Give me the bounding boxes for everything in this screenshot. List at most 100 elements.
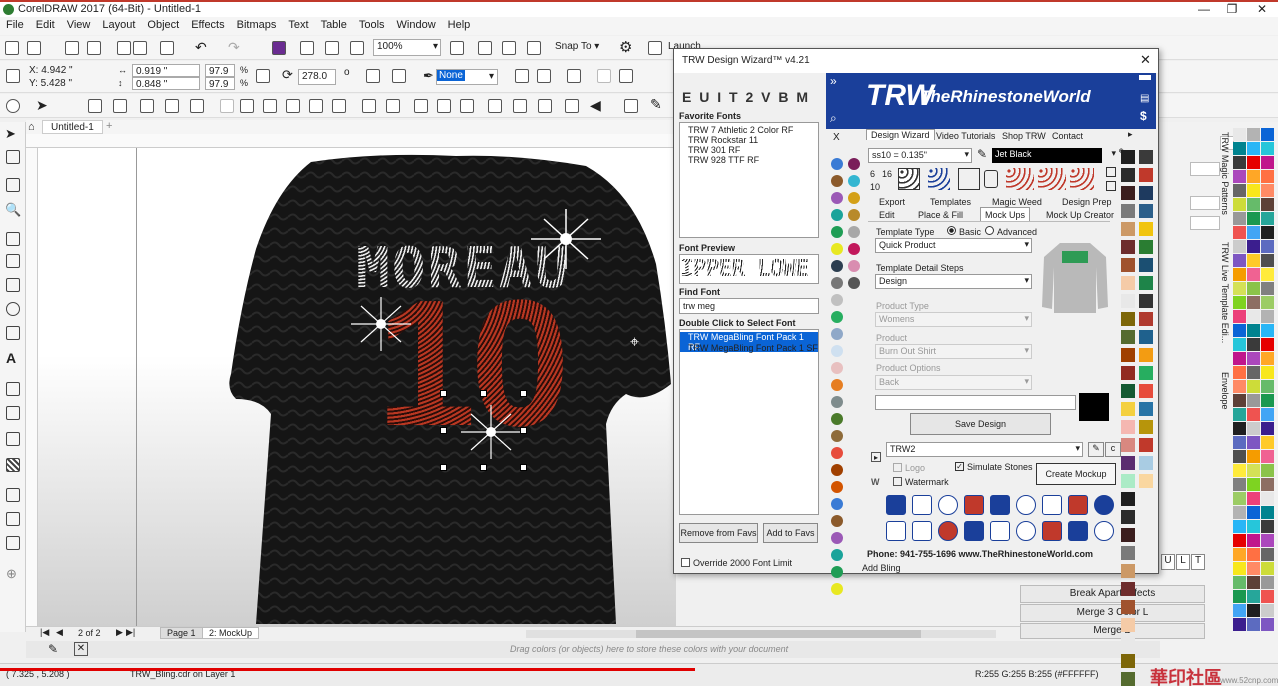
plus-stone-icon[interactable] bbox=[1068, 521, 1088, 541]
palette-color-swatch[interactable] bbox=[1261, 142, 1274, 155]
stone-color-swatch[interactable] bbox=[1121, 528, 1135, 542]
frame-stones-icon[interactable] bbox=[1094, 495, 1114, 515]
stone-color-swatch[interactable] bbox=[831, 549, 843, 561]
show-grid-icon[interactable] bbox=[502, 41, 516, 55]
palette-color-swatch[interactable] bbox=[1247, 240, 1260, 253]
tab-video-tutorials[interactable]: Video Tutorials bbox=[936, 131, 995, 141]
menu-tools[interactable]: Tools bbox=[353, 17, 391, 31]
front-minus-back-icon[interactable] bbox=[286, 99, 300, 113]
palette-color-swatch[interactable] bbox=[1261, 534, 1274, 547]
stone-color-swatch[interactable] bbox=[848, 260, 860, 272]
menu-file[interactable]: File bbox=[0, 17, 30, 31]
palette-color-swatch[interactable] bbox=[1247, 506, 1260, 519]
stone-color-swatch[interactable] bbox=[831, 226, 843, 238]
line-tool-icon[interactable] bbox=[165, 99, 179, 113]
palette-color-swatch[interactable] bbox=[1261, 156, 1274, 169]
height-field[interactable]: 0.848 " bbox=[132, 77, 200, 90]
menu-table[interactable]: Table bbox=[315, 17, 353, 31]
document-palette[interactable]: ✎ ✕ Drag colors (or objects) here to sto… bbox=[26, 641, 1278, 658]
palette-color-swatch[interactable] bbox=[1233, 548, 1246, 561]
selection-handle[interactable] bbox=[440, 464, 447, 471]
tab-edit[interactable]: Edit bbox=[879, 210, 895, 220]
product-type-dropdown[interactable]: Womens bbox=[875, 312, 1032, 327]
palette-color-swatch[interactable] bbox=[1233, 492, 1246, 505]
palette-color-swatch[interactable] bbox=[1233, 520, 1246, 533]
add-to-favs-button[interactable]: Add to Favs bbox=[763, 523, 818, 543]
override-checkbox[interactable] bbox=[681, 558, 690, 567]
palette-color-swatch[interactable] bbox=[1261, 492, 1274, 505]
watermark-checkbox[interactable] bbox=[893, 477, 902, 486]
fill-f-icon[interactable] bbox=[990, 521, 1010, 541]
order-front-icon[interactable] bbox=[414, 99, 428, 113]
crop-tool-icon[interactable] bbox=[6, 178, 20, 192]
print-icon[interactable] bbox=[87, 41, 101, 55]
palette-color-swatch[interactable] bbox=[1247, 268, 1260, 281]
palette-color-swatch[interactable] bbox=[1247, 184, 1260, 197]
stone-color-swatch[interactable] bbox=[831, 158, 843, 170]
stone-color-swatch[interactable] bbox=[831, 260, 843, 272]
palette-color-swatch[interactable] bbox=[1233, 464, 1246, 477]
stone-color-swatch[interactable] bbox=[1121, 312, 1135, 326]
distribute-nodes-icon[interactable] bbox=[912, 495, 932, 515]
back-minus-front-icon[interactable] bbox=[309, 99, 323, 113]
palette-color-swatch[interactable] bbox=[1247, 520, 1260, 533]
break-apart-icon[interactable] bbox=[537, 69, 551, 83]
product-options-dropdown[interactable]: Back bbox=[875, 375, 1032, 390]
rotation-angle-field[interactable]: 278.0 bbox=[298, 69, 336, 85]
palette-color-swatch[interactable] bbox=[1247, 576, 1260, 589]
palette-color-swatch[interactable] bbox=[1233, 338, 1246, 351]
stone-color-swatch[interactable] bbox=[1121, 492, 1135, 506]
stone-color-swatch[interactable] bbox=[1139, 474, 1153, 488]
palette-color-swatch[interactable] bbox=[1261, 366, 1274, 379]
stone-color-swatch[interactable] bbox=[831, 396, 843, 408]
layer-back-icon[interactable] bbox=[1016, 495, 1036, 515]
small-square-icon[interactable] bbox=[1106, 181, 1116, 191]
stone-swap-icon[interactable] bbox=[964, 521, 984, 541]
stretch-icon[interactable] bbox=[190, 99, 204, 113]
product-dropdown[interactable]: Burn Out Shirt bbox=[875, 344, 1032, 359]
palette-color-swatch[interactable] bbox=[1247, 548, 1260, 561]
stone-color-swatch[interactable] bbox=[1121, 546, 1135, 560]
simplify-icon[interactable] bbox=[263, 99, 277, 113]
offset-icon[interactable] bbox=[886, 521, 906, 541]
stone-color-swatch[interactable] bbox=[1139, 438, 1153, 452]
stone-color-swatch[interactable] bbox=[1121, 636, 1135, 650]
radio-basic[interactable] bbox=[947, 226, 956, 235]
search-content-icon[interactable] bbox=[272, 41, 286, 55]
stone-color-swatch[interactable] bbox=[1121, 438, 1135, 452]
selection-handle[interactable] bbox=[480, 390, 487, 397]
launch-icon[interactable] bbox=[648, 41, 662, 55]
stone-color-swatch[interactable] bbox=[1139, 186, 1153, 200]
align-icon[interactable] bbox=[362, 99, 376, 113]
connector-tool-icon[interactable] bbox=[6, 406, 20, 420]
palette-color-swatch[interactable] bbox=[1247, 296, 1260, 309]
palette-color-swatch[interactable] bbox=[1247, 156, 1260, 169]
tab-place-fill[interactable]: Place & Fill bbox=[918, 210, 963, 220]
font-results-list[interactable]: TRW MegaBling Font Pack 1 RF TRW MegaBli… bbox=[679, 329, 819, 515]
tab-magic-weed[interactable]: Magic Weed bbox=[992, 197, 1042, 207]
scrollbar-thumb[interactable] bbox=[636, 630, 921, 638]
stone-fill-icon[interactable] bbox=[928, 168, 950, 190]
palette-color-swatch[interactable] bbox=[1247, 170, 1260, 183]
palette-color-swatch[interactable] bbox=[1247, 198, 1260, 211]
pencil-icon[interactable]: ✎ bbox=[977, 147, 987, 161]
u-button[interactable]: U bbox=[1161, 554, 1175, 570]
menu-view[interactable]: View bbox=[61, 17, 97, 31]
stone-color-swatch[interactable] bbox=[848, 277, 860, 289]
export-selection-icon[interactable] bbox=[565, 99, 579, 113]
object-origin-icon[interactable] bbox=[6, 69, 20, 83]
stone-color-dropdown[interactable]: Jet Black ▾ bbox=[992, 148, 1116, 163]
template-type-dropdown[interactable]: Quick Product bbox=[875, 238, 1032, 253]
tab-templates[interactable]: Templates bbox=[930, 197, 971, 207]
shape-tool-icon[interactable] bbox=[6, 150, 20, 164]
forward-one-icon[interactable] bbox=[460, 99, 474, 113]
palette-color-swatch[interactable] bbox=[1233, 240, 1246, 253]
palette-color-swatch[interactable] bbox=[1247, 352, 1260, 365]
radio-advanced[interactable] bbox=[985, 226, 994, 235]
palette-color-swatch[interactable] bbox=[1233, 310, 1246, 323]
small-square-icon[interactable] bbox=[1106, 167, 1116, 177]
tab-mock-up-creator[interactable]: Mock Up Creator bbox=[1046, 210, 1114, 220]
tab-design-prep[interactable]: Design Prep bbox=[1062, 197, 1112, 207]
stone-spacing-icon[interactable] bbox=[938, 495, 958, 515]
options-gear-icon[interactable]: ⚙ bbox=[619, 38, 632, 56]
